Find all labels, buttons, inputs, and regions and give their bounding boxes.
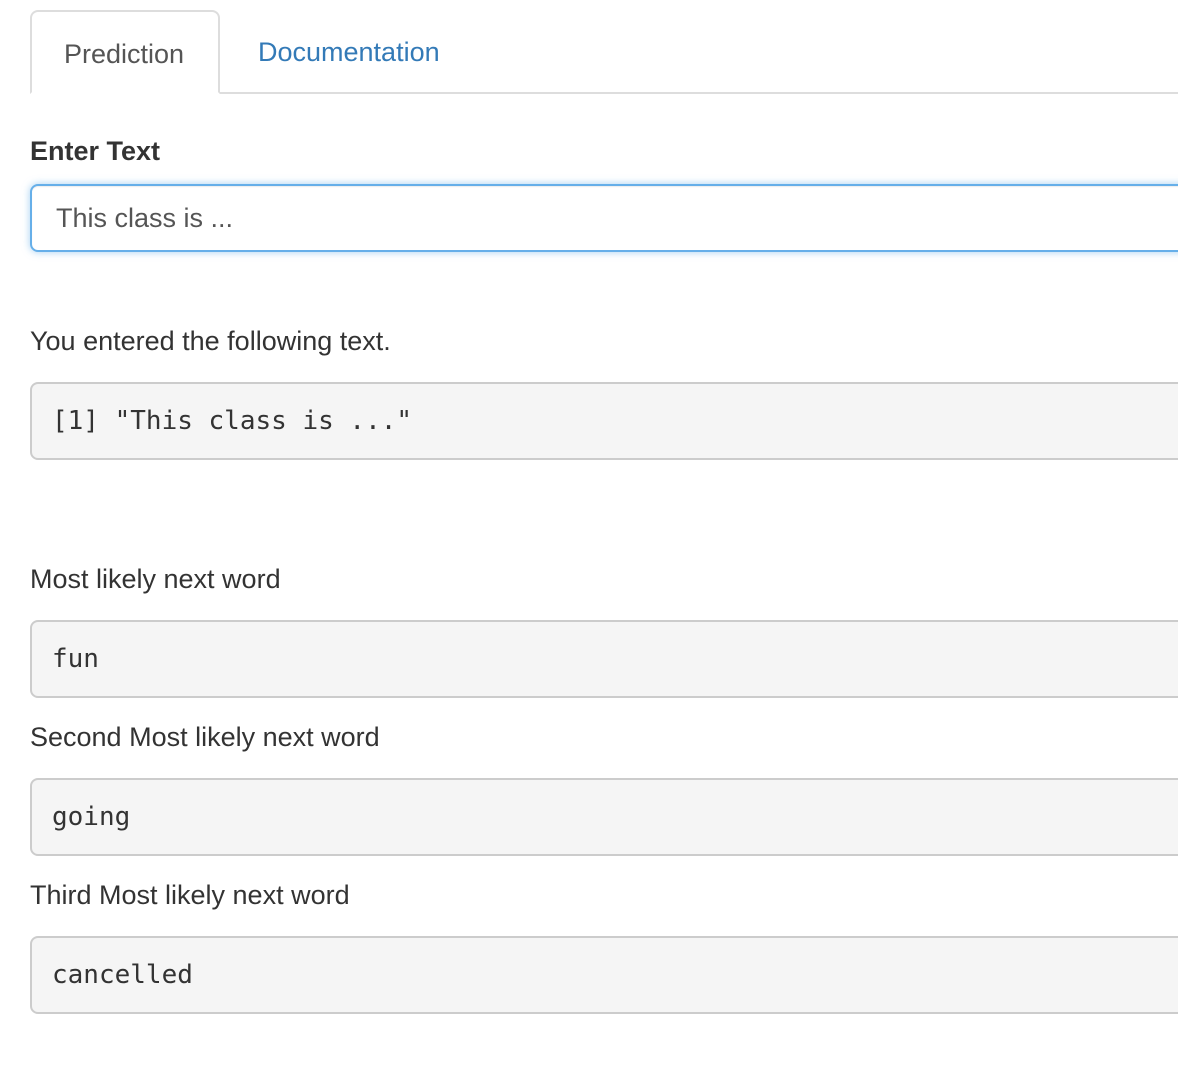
echo-output: [1] "This class is ..." bbox=[30, 382, 1178, 460]
prediction-1-output: fun bbox=[30, 620, 1178, 698]
echo-label: You entered the following text. bbox=[30, 326, 391, 356]
prediction-2-output: going bbox=[30, 778, 1178, 856]
prediction-3-label: Third Most likely next word bbox=[30, 880, 350, 910]
tab-documentation-label: Documentation bbox=[258, 37, 440, 67]
tab-prediction[interactable]: Prediction bbox=[30, 10, 220, 94]
tab-prediction-label: Prediction bbox=[64, 39, 185, 69]
prediction-2-label: Second Most likely next word bbox=[30, 722, 380, 752]
tab-documentation[interactable]: Documentation bbox=[226, 10, 472, 94]
prediction-1-label: Most likely next word bbox=[30, 564, 281, 594]
page: Prediction Documentation Enter Text You … bbox=[0, 0, 1178, 1080]
text-input[interactable] bbox=[30, 184, 1178, 252]
enter-text-label: Enter Text bbox=[30, 136, 161, 166]
tab-bar: Prediction Documentation bbox=[30, 10, 1178, 94]
prediction-3-output: cancelled bbox=[30, 936, 1178, 1014]
